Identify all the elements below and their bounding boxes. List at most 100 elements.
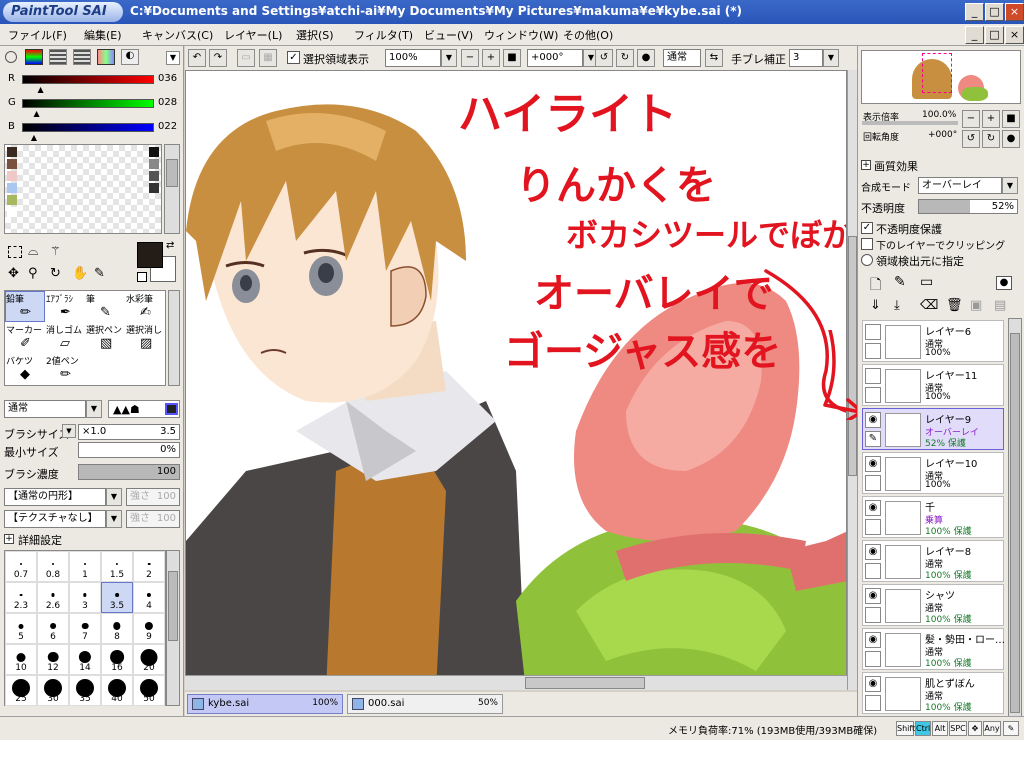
brush-size-cell[interactable]: 16 bbox=[101, 644, 133, 675]
invert-select-icon[interactable]: ▦ bbox=[259, 49, 277, 67]
flip-icon[interactable]: ⇆ bbox=[705, 49, 723, 67]
layer-row[interactable]: ◉ シャツ 通常 100% 保護 bbox=[862, 584, 1004, 626]
layer-row[interactable]: ◉ レイヤー8 通常 100% 保護 bbox=[862, 540, 1004, 582]
preserve-opacity-checkbox[interactable]: ✓ bbox=[861, 222, 873, 234]
texture-select[interactable]: 【テクスチャなし】 bbox=[4, 510, 106, 528]
brush-size-cell[interactable]: 12 bbox=[37, 644, 69, 675]
tool-airbrush[interactable]: ｴｱﾌﾞﾗｼ ✒ bbox=[45, 291, 85, 322]
menu-edit[interactable]: 編集(E) bbox=[84, 27, 122, 43]
brush-size-cell[interactable]: 9 bbox=[133, 613, 165, 644]
nav-zoom-slider[interactable] bbox=[862, 121, 958, 125]
minimize-button[interactable]: _ bbox=[965, 3, 984, 21]
effect-label[interactable]: 画質効果 bbox=[874, 158, 918, 174]
clear-layer-icon[interactable]: ⌫ bbox=[920, 298, 938, 313]
eye-icon[interactable]: ◉ bbox=[865, 412, 881, 428]
expand-icon[interactable]: + bbox=[861, 160, 871, 170]
brush-size-cell[interactable]: 10 bbox=[5, 644, 37, 675]
hidden-eye-icon[interactable] bbox=[865, 368, 881, 384]
color-swatch[interactable] bbox=[7, 171, 17, 181]
brush-mode-select[interactable]: 通常 bbox=[4, 400, 86, 418]
color-wheel-icon[interactable] bbox=[5, 51, 17, 63]
deselect-icon[interactable]: ▭ bbox=[237, 49, 255, 67]
doc-minimize-button[interactable]: _ bbox=[965, 26, 984, 44]
chevron-down-icon[interactable]: ▼ bbox=[166, 51, 180, 65]
brush-size-cell[interactable]: 5 bbox=[5, 613, 37, 644]
chevron-down-icon[interactable]: ▼ bbox=[441, 49, 457, 67]
delete-mask-icon[interactable]: ▤ bbox=[994, 298, 1006, 313]
lock-icon[interactable] bbox=[865, 563, 881, 579]
hsv-slider-icon[interactable] bbox=[49, 49, 67, 65]
layer-scrollbar[interactable] bbox=[1008, 318, 1022, 740]
new-vector-layer-icon[interactable]: ✎ bbox=[894, 274, 906, 290]
brush-size-cell[interactable]: 2.6 bbox=[37, 582, 69, 613]
hidden-eye-icon[interactable] bbox=[865, 324, 881, 340]
r-slider[interactable] bbox=[22, 75, 154, 84]
tab-000[interactable]: 000.sai 50% bbox=[347, 694, 503, 714]
brush-size-cell[interactable]: 30 bbox=[37, 675, 69, 706]
opacity-slider[interactable]: 52% bbox=[918, 199, 1018, 214]
maximize-button[interactable]: □ bbox=[985, 3, 1004, 21]
close-button[interactable]: × bbox=[1005, 3, 1024, 21]
hand-icon[interactable]: ✋ bbox=[72, 266, 88, 281]
reset-colors-icon[interactable] bbox=[137, 272, 147, 282]
canvas[interactable]: ハイライト りんかくを ボカシツールでぼかす! オーバレイで ゴージャス感を bbox=[185, 70, 847, 690]
menu-layer[interactable]: レイヤー(L) bbox=[224, 27, 282, 43]
lasso-icon[interactable]: ⌓ bbox=[28, 244, 38, 259]
nav-rotate-right-icon[interactable]: ↻ bbox=[982, 130, 1000, 148]
layer-row[interactable]: ◉ 髪・勢田・ロー… 通常 100% 保護 bbox=[862, 628, 1005, 670]
expand-icon[interactable]: + bbox=[4, 534, 14, 544]
brush-size-cell[interactable]: 3 bbox=[69, 582, 101, 613]
menu-file[interactable]: ファイル(F) bbox=[8, 27, 67, 43]
brush-edge-selector[interactable]: ▲▲☗ bbox=[108, 400, 180, 418]
swatch-grid[interactable] bbox=[4, 144, 162, 234]
brush-size-cell[interactable]: 1 bbox=[69, 551, 101, 582]
min-size-field[interactable]: 0% bbox=[78, 442, 180, 458]
move-icon[interactable]: ✥ bbox=[8, 266, 19, 281]
eye-icon[interactable]: ◉ bbox=[865, 544, 881, 560]
doc-close-button[interactable]: × bbox=[1005, 26, 1024, 44]
tool-brush[interactable]: 筆 ✎ bbox=[85, 291, 125, 322]
swap-colors-icon[interactable]: ⇄ bbox=[166, 240, 174, 251]
apply-mask-icon[interactable]: ▣ bbox=[970, 298, 982, 313]
merge-down-icon[interactable]: ⤓ bbox=[894, 298, 900, 313]
brush-size-cell[interactable]: 6 bbox=[37, 613, 69, 644]
new-layer-icon[interactable]: 🗋 bbox=[870, 274, 881, 298]
mixer-icon[interactable] bbox=[73, 49, 91, 65]
g-slider-thumb[interactable]: ▲ bbox=[34, 109, 40, 118]
eye-icon[interactable]: ◉ bbox=[865, 500, 881, 516]
layer-row[interactable]: レイヤー11 通常 100% bbox=[862, 364, 1004, 406]
chevron-down-icon[interactable]: ▼ bbox=[106, 510, 122, 528]
lock-icon[interactable] bbox=[865, 607, 881, 623]
brush-size-cell[interactable]: 20 bbox=[133, 644, 165, 675]
lock-icon[interactable] bbox=[865, 519, 881, 535]
magic-wand-icon[interactable]: ⚚ bbox=[50, 244, 61, 258]
zoom-out-button[interactable]: − bbox=[461, 49, 479, 67]
eye-icon[interactable]: ◉ bbox=[865, 676, 881, 692]
color-swatch[interactable] bbox=[7, 207, 17, 217]
undo-icon[interactable]: ↶ bbox=[188, 49, 206, 67]
layer-row[interactable]: レイヤー6 通常 100% bbox=[862, 320, 1004, 362]
rotate-reset-icon[interactable]: ● bbox=[637, 49, 655, 67]
chevron-down-icon[interactable]: ▼ bbox=[86, 400, 102, 418]
rotate-left-icon[interactable]: ↺ bbox=[595, 49, 613, 67]
color-swatch[interactable] bbox=[7, 195, 17, 205]
brush-size-cell[interactable]: 40 bbox=[101, 675, 133, 706]
brush-size-field[interactable]: ×1.0 3.5 bbox=[78, 424, 180, 440]
zoom-select[interactable]: 100% bbox=[385, 49, 441, 67]
layer-mask-icon[interactable]: ● bbox=[996, 276, 1012, 290]
detail-settings-label[interactable]: 詳細設定 bbox=[18, 532, 62, 548]
brush-size-cell[interactable]: 1.5 bbox=[101, 551, 133, 582]
layer-row[interactable]: ◉ ✎ レイヤー9 オーバーレイ 52% 保護 bbox=[862, 408, 1004, 450]
lock-icon[interactable] bbox=[865, 387, 881, 403]
zoom-icon[interactable]: ⚲ bbox=[28, 266, 38, 281]
rotate-right-icon[interactable]: ↻ bbox=[616, 49, 634, 67]
transfer-down-icon[interactable]: ⇓ bbox=[870, 298, 881, 313]
brush-size-cell[interactable]: 14 bbox=[69, 644, 101, 675]
layer-row[interactable]: ◉ 千 乗算 100% 保護 bbox=[862, 496, 1004, 538]
selection-source-radio[interactable] bbox=[861, 254, 873, 266]
chevron-down-icon[interactable]: ▼ bbox=[62, 424, 76, 438]
shape-strength-field[interactable]: 強さ 100 bbox=[126, 488, 180, 506]
brush-size-cell[interactable]: 2 bbox=[133, 551, 165, 582]
delete-layer-icon[interactable]: 🗑 bbox=[946, 298, 963, 313]
nav-zoom-out-button[interactable]: − bbox=[962, 110, 980, 128]
